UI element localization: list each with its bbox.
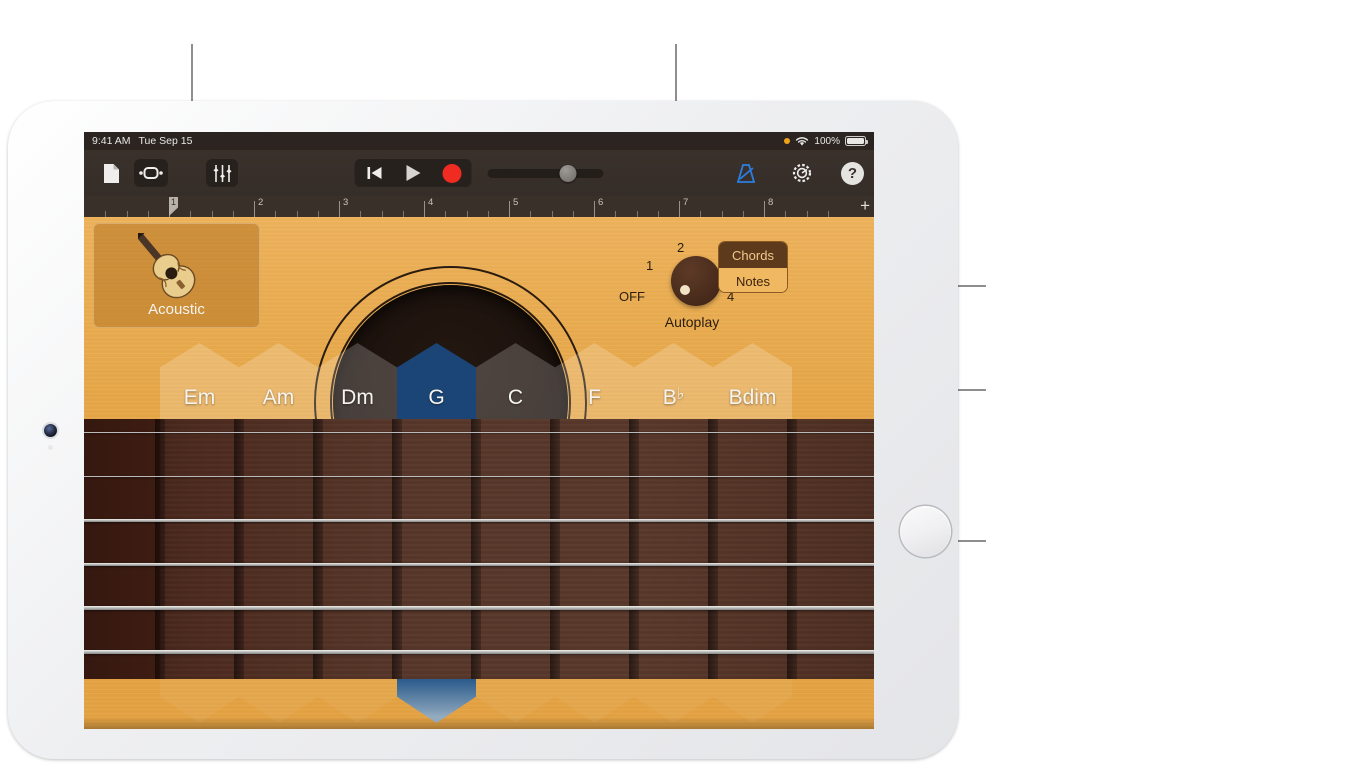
fret-divider [629, 419, 639, 679]
main-toolbar: ? [84, 150, 874, 196]
volume-slider-knob[interactable] [559, 164, 577, 182]
fret-divider [708, 419, 718, 679]
ruler-number-label: 8 [768, 197, 774, 208]
ruler-number-label: 7 [683, 197, 689, 208]
help-button[interactable]: ? [841, 161, 864, 185]
loop-browser-icon[interactable] [134, 159, 168, 187]
fret-divider [392, 419, 402, 679]
add-section-button[interactable]: + [860, 197, 870, 214]
battery-icon [845, 136, 868, 146]
chord-label: B♭ [662, 386, 685, 409]
status-bar-left: 9:41 AM Tue Sep 15 [92, 135, 192, 147]
chord-label: Bdim [728, 386, 777, 409]
mixer-sliders-icon[interactable] [206, 159, 238, 187]
ruler-tick-major [509, 201, 510, 217]
chord-label: C [507, 386, 524, 409]
ruler-tick-major [594, 201, 595, 217]
ruler-number-label: 4 [428, 197, 434, 208]
chord-label: G [428, 386, 445, 409]
ruler-tick-major [424, 201, 425, 217]
guitar-string-6[interactable] [84, 649, 874, 654]
chord-tab[interactable]: Am [239, 343, 318, 419]
home-button[interactable] [900, 506, 951, 557]
fretboard-nut-area [84, 419, 160, 679]
chord-tab[interactable]: Bdim [713, 343, 792, 419]
battery-percent-label: 100% [814, 135, 840, 147]
playhead-marker[interactable]: 1 [169, 197, 178, 216]
guitar-string-1[interactable] [84, 432, 874, 434]
chord-label: Em [183, 386, 216, 409]
guitar-string-4[interactable] [84, 562, 874, 566]
master-volume-slider[interactable] [487, 164, 604, 182]
ambient-sensor-icon [48, 445, 53, 450]
body-bottom-shadow [84, 717, 874, 729]
metronome-icon[interactable] [729, 160, 763, 187]
status-date: Tue Sep 15 [138, 135, 193, 147]
rewind-icon[interactable] [355, 159, 394, 187]
status-time: 9:41 AM [92, 135, 131, 147]
fret-divider [313, 419, 323, 679]
ruler-number-label: 3 [343, 197, 349, 208]
ruler-tick-major [764, 201, 765, 217]
chord-label: F [588, 386, 601, 409]
chord-tab[interactable]: G [397, 343, 476, 419]
orange-dot-icon [784, 138, 791, 144]
guitar-string-3[interactable] [84, 519, 874, 522]
ruler-number-label: 6 [598, 197, 604, 208]
gear-icon[interactable] [785, 160, 819, 187]
guitar-body: Acoustic OFF 1 2 3 4 Autoplay Chords Not… [84, 217, 874, 729]
status-bar-right: 100% [784, 135, 868, 147]
chord-accidental: ♭ [676, 386, 685, 403]
fret-divider [787, 419, 797, 679]
chord-label: Dm [341, 386, 374, 409]
ipad-device: 9:41 AM Tue Sep 15 100% ? 2 3 4 5 6 7 8 … [8, 101, 958, 759]
ruler-tick-major [339, 201, 340, 217]
guitar-string-2[interactable] [84, 475, 874, 478]
transport-controls [354, 159, 604, 187]
fret-divider [471, 419, 481, 679]
status-bar: 9:41 AM Tue Sep 15 100% [84, 132, 874, 150]
chord-label: Am [262, 386, 295, 409]
ruler-tick-major [254, 201, 255, 217]
ruler-tick-major [679, 201, 680, 217]
fret-divider [234, 419, 244, 679]
fret-divider [550, 419, 560, 679]
chord-tab[interactable]: Em [160, 343, 239, 419]
transport-button-group [354, 159, 472, 187]
play-icon[interactable] [394, 159, 433, 187]
chord-tab[interactable]: C [476, 343, 555, 419]
toolbar-right-group: ? [729, 160, 864, 187]
record-icon[interactable] [433, 159, 472, 187]
wifi-icon [796, 136, 809, 146]
document-icon[interactable] [94, 160, 128, 187]
ruler-number-label: 5 [513, 197, 519, 208]
ruler-number-label: 2 [258, 197, 264, 208]
ipad-screen: 9:41 AM Tue Sep 15 100% ? 2 3 4 5 6 7 8 … [84, 132, 874, 729]
fret-divider [155, 419, 165, 679]
chord-tab[interactable]: Dm [318, 343, 397, 419]
front-camera-icon [44, 424, 57, 437]
guitar-string-5[interactable] [84, 606, 874, 610]
chord-tab[interactable]: B♭ [634, 343, 713, 419]
chord-tab[interactable]: F [555, 343, 634, 419]
timeline-ruler[interactable]: 12345678 1 + [84, 196, 874, 217]
fretboard [84, 419, 874, 679]
